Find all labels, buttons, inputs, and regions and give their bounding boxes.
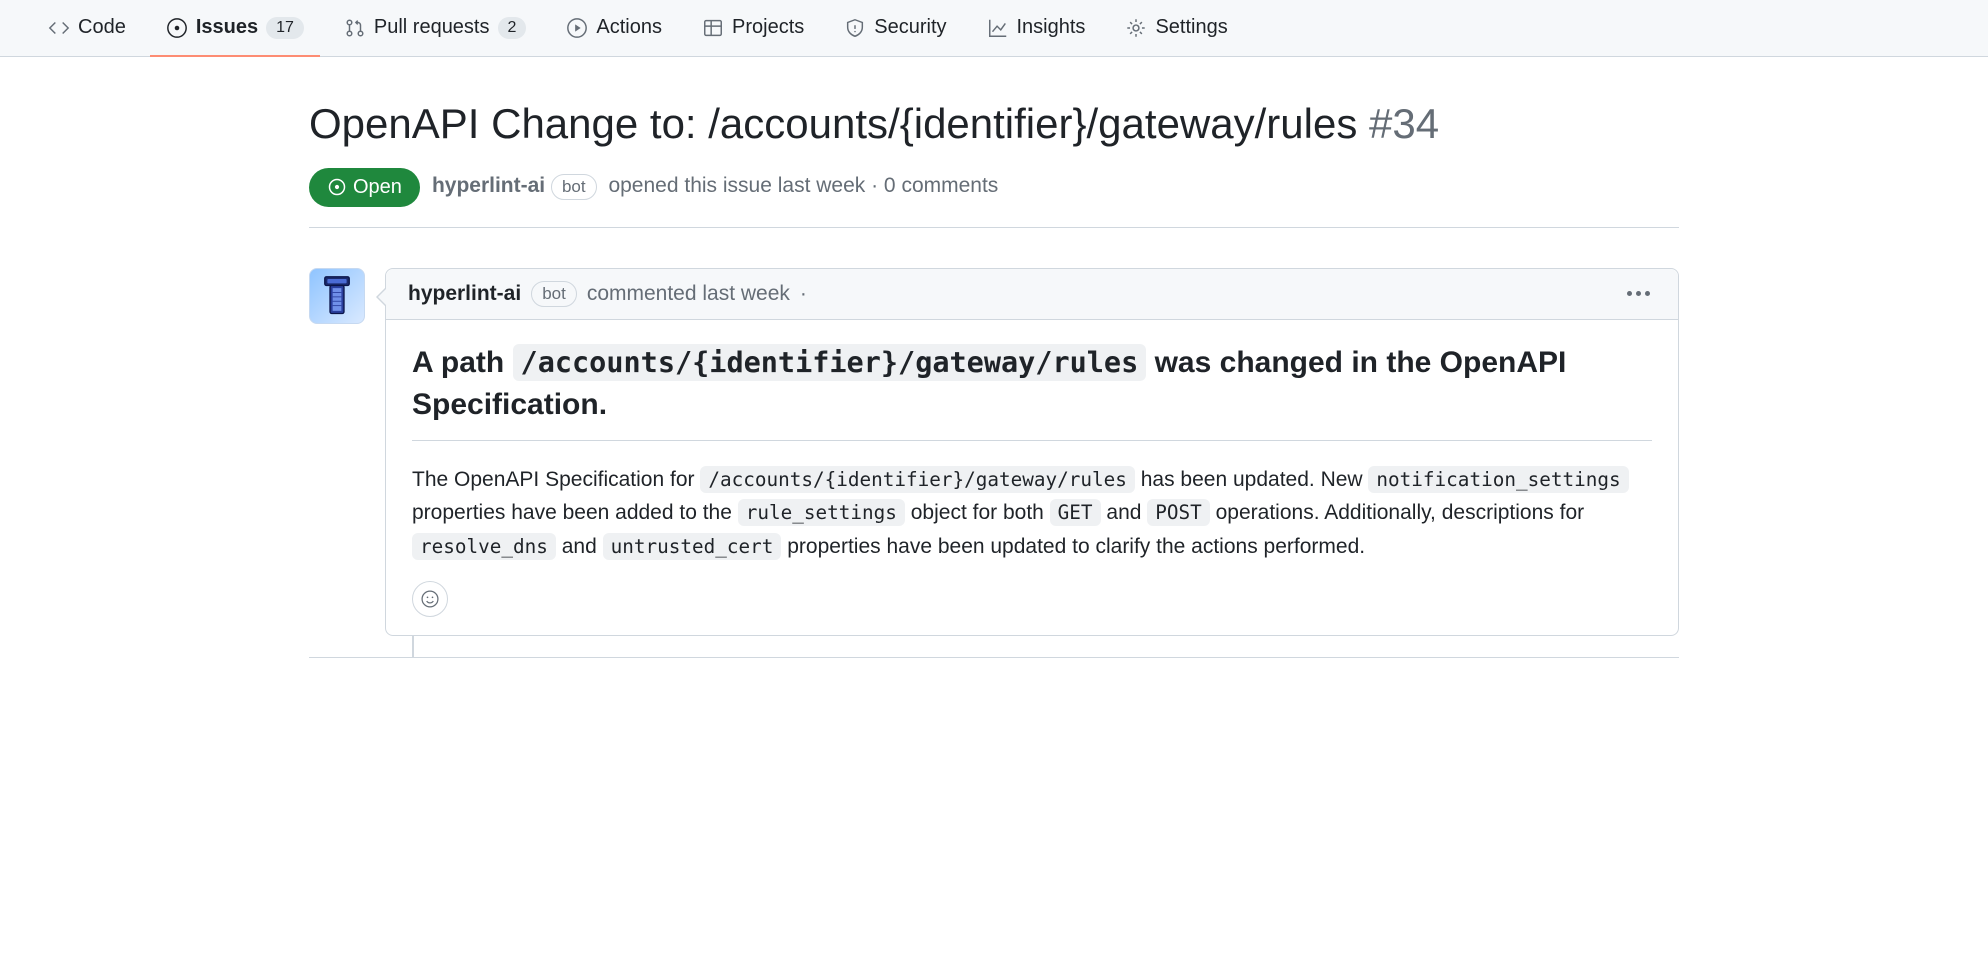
code-icon xyxy=(48,17,70,39)
gear-icon xyxy=(1125,17,1147,39)
tab-label: Issues xyxy=(196,16,258,39)
tab-insights[interactable]: Insights xyxy=(971,0,1102,57)
avatar[interactable] xyxy=(309,268,365,324)
divider xyxy=(309,657,1679,658)
tab-label: Settings xyxy=(1155,16,1227,39)
tab-label: Code xyxy=(78,16,126,39)
timeline-connector xyxy=(412,635,414,657)
issues-count-badge: 17 xyxy=(266,17,304,39)
comment-paragraph: The OpenAPI Specification for /accounts/… xyxy=(412,463,1652,564)
shield-icon xyxy=(844,17,866,39)
tab-label: Pull requests xyxy=(374,16,490,39)
tab-issues[interactable]: Issues 17 xyxy=(150,0,320,57)
bot-badge: bot xyxy=(531,281,577,307)
graph-icon xyxy=(987,17,1009,39)
tab-actions[interactable]: Actions xyxy=(550,0,678,57)
tab-pull-requests[interactable]: Pull requests 2 xyxy=(328,0,543,57)
pull-request-icon xyxy=(344,17,366,39)
comment-header: hyperlint-ai bot commented last week · xyxy=(386,269,1678,320)
bot-avatar-icon xyxy=(319,275,355,317)
bot-badge: bot xyxy=(551,174,597,200)
issue-meta-row: Open hyperlint-ai bot opened this issue … xyxy=(309,168,1679,207)
issue-number: #34 xyxy=(1369,100,1439,147)
issue-meta-text: opened this issue last week · 0 comments xyxy=(608,174,998,197)
comment-timestamp: commented last week xyxy=(587,282,790,306)
tab-projects[interactable]: Projects xyxy=(686,0,820,57)
smiley-icon xyxy=(420,589,440,609)
issue-open-icon xyxy=(166,17,188,39)
state-label: Open xyxy=(353,176,402,199)
tab-label: Projects xyxy=(732,16,804,39)
reaction-row xyxy=(412,581,1652,617)
issue-title: OpenAPI Change to: /accounts/{identifier… xyxy=(309,97,1679,152)
tab-label: Security xyxy=(874,16,946,39)
issue-header: OpenAPI Change to: /accounts/{identifier… xyxy=(309,57,1679,228)
comment-actions-menu[interactable] xyxy=(1621,285,1656,302)
add-reaction-button[interactable] xyxy=(412,581,448,617)
pulls-count-badge: 2 xyxy=(498,17,527,39)
comment-box: hyperlint-ai bot commented last week · A… xyxy=(385,268,1679,637)
state-badge-open: Open xyxy=(309,168,420,207)
repo-tab-nav: Code Issues 17 Pull requests 2 Actions P… xyxy=(0,0,1988,57)
tab-settings[interactable]: Settings xyxy=(1109,0,1243,57)
tab-security[interactable]: Security xyxy=(828,0,962,57)
issue-author-link[interactable]: hyperlint-ai xyxy=(432,174,545,197)
comment-body: A path /accounts/{identifier}/gateway/ru… xyxy=(386,320,1678,636)
tab-label: Actions xyxy=(596,16,662,39)
timeline: hyperlint-ai bot commented last week · A… xyxy=(309,228,1679,637)
path-code: /accounts/{identifier}/gateway/rules xyxy=(513,344,1147,381)
comment-author-link[interactable]: hyperlint-ai xyxy=(408,282,521,306)
comment-heading: A path /accounts/{identifier}/gateway/ru… xyxy=(412,342,1652,441)
play-circle-icon xyxy=(566,17,588,39)
tab-code[interactable]: Code xyxy=(32,0,142,57)
issue-open-icon xyxy=(327,177,347,197)
separator-dot: · xyxy=(800,282,807,306)
table-icon xyxy=(702,17,724,39)
tab-label: Insights xyxy=(1017,16,1086,39)
issue-title-text: OpenAPI Change to: /accounts/{identifier… xyxy=(309,100,1357,147)
